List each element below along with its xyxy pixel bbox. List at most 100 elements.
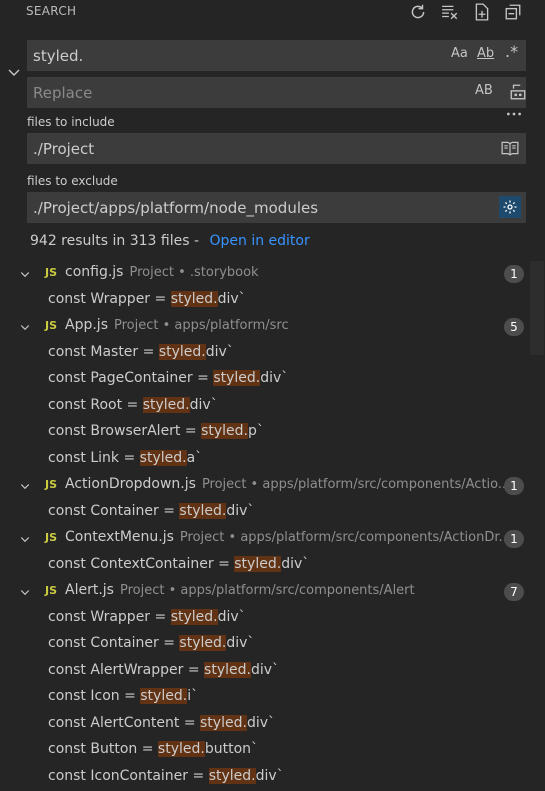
refresh-icon[interactable]: [408, 2, 428, 22]
include-field: [27, 133, 526, 164]
file-row[interactable]: JS Alert.js Project • apps/platform/src/co…: [0, 579, 530, 605]
match-highlight: styled.: [201, 423, 248, 439]
match-whole-word-toggle[interactable]: Ab: [477, 46, 494, 61]
match-row[interactable]: const Icon = styled.i`: [0, 685, 530, 711]
chevron-down-icon[interactable]: [19, 321, 31, 333]
search-field: Aa Ab .*: [27, 40, 526, 71]
match-row[interactable]: const Wrapper = styled.div`: [0, 606, 530, 632]
match-row[interactable]: const IconContainer = styled.div`: [0, 765, 530, 791]
use-regex-toggle[interactable]: .*: [505, 42, 518, 61]
file-name: App.js Project • apps/platform/src: [65, 317, 289, 333]
results-count: 942 results in 313 files -: [30, 233, 204, 249]
match-row[interactable]: const Wrapper = styled.div`: [0, 288, 530, 314]
match-row[interactable]: const Root = styled.div`: [0, 394, 530, 420]
gear-icon[interactable]: [499, 196, 521, 218]
match-prefix: const ContextContainer =: [48, 555, 235, 572]
match-prefix: const AlertContent =: [48, 714, 201, 731]
match-text: const Container = styled.div`: [48, 502, 254, 519]
match-suffix: p`: [247, 423, 264, 439]
chevron-down-icon[interactable]: [19, 586, 31, 598]
file-path: Project • apps/platform/src/components/A…: [201, 477, 511, 492]
files-to-exclude-label: files to exclude: [27, 174, 118, 188]
match-case-toggle[interactable]: Aa: [451, 46, 468, 61]
more-icon[interactable]: [504, 104, 524, 124]
collapse-all-icon[interactable]: [503, 2, 523, 22]
file-row[interactable]: JS ContextMenu.js Project • apps/platform/…: [0, 526, 530, 552]
match-prefix: const Container =: [48, 635, 180, 651]
files-to-include-label: files to include: [27, 115, 115, 129]
match-suffix: div`: [217, 290, 246, 307]
match-suffix: div`: [260, 370, 289, 386]
match-suffix: div`: [255, 767, 284, 784]
search-input[interactable]: [33, 40, 433, 71]
match-suffix: div`: [217, 608, 246, 625]
match-count-badge: 7: [504, 583, 524, 601]
file-path: Project • .storybook: [129, 265, 259, 280]
open-in-editor-link[interactable]: Open in editor: [209, 233, 309, 249]
match-prefix: const IconContainer =: [48, 767, 209, 784]
match-row[interactable]: const AlertContent = styled.div`: [0, 712, 530, 738]
chevron-down-icon[interactable]: [19, 533, 31, 545]
file-name-text: App.js: [65, 317, 108, 333]
match-row[interactable]: const ContextContainer = styled.div`: [0, 553, 530, 579]
match-row[interactable]: const Link = styled.a`: [0, 447, 530, 473]
js-file-icon: JS: [45, 584, 58, 597]
file-path: Project • apps/platform/src/components/A…: [179, 530, 511, 545]
match-row[interactable]: const Container = styled.div`: [0, 632, 530, 658]
match-row[interactable]: const AlertWrapper = styled.div`: [0, 659, 530, 685]
chevron-down-icon[interactable]: [19, 268, 31, 280]
match-row[interactable]: const Master = styled.div`: [0, 341, 530, 367]
match-prefix: const Button =: [48, 741, 158, 757]
match-row[interactable]: const PageContainer = styled.div`: [0, 367, 530, 393]
clear-results-icon[interactable]: [440, 2, 460, 22]
match-row[interactable]: const Button = styled.button`: [0, 738, 530, 764]
match-text: const Icon = styled.i`: [48, 688, 198, 704]
exclude-field: [27, 192, 526, 223]
match-text: const Master = styled.div`: [48, 343, 234, 360]
file-name: Alert.js Project • apps/platform/src/comp…: [65, 582, 415, 598]
file-name: ContextMenu.js Project • apps/platform/sr…: [65, 529, 511, 545]
match-prefix: const Wrapper =: [48, 608, 171, 625]
file-row[interactable]: JS ActionDropdown.js Project • apps/platfo…: [0, 473, 530, 499]
match-count-badge: 1: [504, 477, 524, 495]
match-text: const PageContainer = styled.div`: [48, 370, 288, 386]
js-file-icon: JS: [45, 531, 58, 544]
match-highlight: styled.: [140, 688, 188, 704]
file-row[interactable]: JS config.js Project • .storybook 1: [0, 261, 530, 287]
file-row[interactable]: JS App.js Project • apps/platform/src 5: [0, 314, 530, 340]
file-name-text: ActionDropdown.js: [65, 476, 196, 492]
match-text: const Container = styled.div`: [48, 635, 254, 651]
file-name-text: Alert.js: [65, 582, 114, 598]
match-count-badge: 1: [504, 265, 524, 283]
files-to-include-input[interactable]: [33, 133, 433, 164]
new-search-editor-icon[interactable]: [472, 2, 492, 22]
match-suffix: div`: [246, 714, 275, 731]
match-highlight: styled.: [170, 608, 218, 625]
match-text: const Root = styled.div`: [48, 396, 218, 413]
match-text: const AlertContent = styled.div`: [48, 714, 275, 731]
match-suffix: div`: [205, 343, 234, 360]
chevron-down-icon[interactable]: [19, 480, 31, 492]
preserve-case-toggle[interactable]: AB: [475, 83, 493, 98]
replace-field: AB: [27, 77, 526, 108]
js-file-icon: JS: [45, 266, 58, 279]
scrollbar[interactable]: [530, 261, 544, 355]
match-highlight: styled.: [157, 741, 205, 757]
match-suffix: a`: [186, 449, 203, 466]
match-prefix: const Wrapper =: [48, 290, 171, 307]
toggle-replace-chevron-icon[interactable]: [6, 64, 22, 80]
match-highlight: styled.: [204, 661, 251, 678]
file-path: Project • apps/platform/src: [113, 318, 289, 333]
match-highlight: styled.: [158, 343, 206, 360]
files-to-exclude-input[interactable]: [33, 192, 433, 223]
book-icon[interactable]: [500, 138, 520, 158]
match-row[interactable]: const Container = styled.div`: [0, 500, 530, 526]
match-highlight: styled.: [208, 767, 256, 784]
match-row[interactable]: const BrowserAlert = styled.p`: [0, 420, 530, 446]
replace-all-icon[interactable]: [508, 82, 528, 102]
replace-input[interactable]: [33, 77, 433, 108]
match-text: const Wrapper = styled.div`: [48, 290, 246, 307]
match-prefix: const Link =: [48, 449, 140, 466]
match-suffix: div`: [189, 396, 218, 413]
match-text: const IconContainer = styled.div`: [48, 767, 284, 784]
